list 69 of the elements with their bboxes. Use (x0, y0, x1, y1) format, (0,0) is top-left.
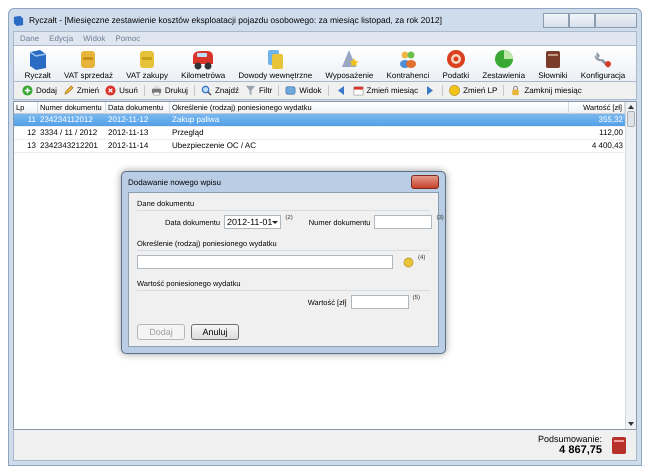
module-button[interactable]: VAT zakupy (124, 48, 170, 80)
table-cell: 234234112012 (38, 114, 106, 127)
summary-label: Podsumowanie: (538, 434, 602, 444)
scroll-thumb[interactable] (627, 111, 635, 127)
module-button[interactable]: Słowniki (536, 48, 570, 80)
target-icon (444, 48, 467, 70)
date-dropdown[interactable]: 2012-11-01 (224, 215, 282, 229)
search-icon (200, 85, 212, 96)
toolbar-button[interactable]: Dodaj (22, 85, 57, 96)
window-icon (285, 85, 296, 96)
dialog-button[interactable]: Anuluj (191, 324, 239, 340)
scroll-down-arrow-icon (628, 422, 634, 426)
toolbar-button[interactable]: Widok (285, 85, 322, 96)
text-field[interactable] (350, 295, 409, 309)
toolbar-button[interactable]: Usuń (105, 85, 138, 96)
maximize-button[interactable] (569, 12, 595, 28)
module-button[interactable]: Kontrahenci (384, 48, 432, 80)
module-button[interactable]: VAT sprzedaż (62, 48, 115, 80)
printer-icon (150, 85, 162, 96)
toolbar-button[interactable]: Zamknij miesiąc (510, 85, 582, 96)
app-icon (13, 14, 24, 26)
module-button[interactable]: Zestawienia (480, 48, 528, 80)
filter-icon (244, 85, 256, 96)
toolbar-button[interactable]: Zmień miesiąc (352, 85, 418, 96)
window-title: Ryczałt - [Miesięczne zestawienie kosztów eksploatacji pojazdu osobowego: za miesiąc listopad, za rok 2012] (29, 15, 442, 25)
plus-icon (22, 85, 33, 96)
module-button[interactable]: Wyposażenie (323, 48, 376, 80)
toolbar-button[interactable]: Znajdź (200, 85, 239, 96)
car-icon (192, 48, 214, 70)
padlock-icon (510, 85, 522, 96)
pie-chart-icon (492, 48, 515, 70)
table-row[interactable]: 12 3334 / 11 / 2012 2012-11-13 Przegląd 112,00 (14, 127, 625, 140)
module-button[interactable]: Dowody wewnętrzne (236, 48, 314, 80)
scrollbar[interactable] (625, 102, 636, 429)
table-cell: Ubezpieczenie OC / AC (170, 140, 569, 153)
text-field[interactable] (137, 255, 393, 269)
table-cell: 2342343212201 (38, 140, 106, 153)
table-cell: 13 (14, 140, 38, 153)
dialog-title: Dodawanie nowego wpisu (128, 178, 221, 186)
coin-icon (449, 85, 460, 96)
text-field[interactable] (374, 215, 432, 229)
toolbar-button[interactable]: Zmień (62, 85, 100, 96)
summary-value: 4 867,75 (559, 444, 602, 456)
module-button[interactable]: Podatki (440, 48, 472, 80)
toolbar-button[interactable]: Drukuj (150, 85, 188, 96)
close-button[interactable] (595, 12, 637, 28)
coin-icon (403, 257, 414, 268)
delete-icon (105, 85, 116, 96)
toolbar-button[interactable]: Zmień LP (449, 85, 498, 96)
dropdown-arrow-icon (272, 220, 278, 224)
toolbar-button[interactable]: Filtr (244, 85, 272, 96)
calendar-icon (352, 85, 364, 96)
module-button[interactable]: Ryczałt (22, 48, 53, 80)
table-cell: 12 (14, 127, 38, 140)
module-button[interactable]: Kilometrówa (179, 48, 228, 80)
field-value: 2012-11-01 (227, 217, 272, 227)
scroll-up-arrow-icon (628, 105, 634, 109)
table-row[interactable]: 13 2342343212201 2012-11-14 Ubezpieczenie OC / AC 4 400,43 (14, 140, 625, 153)
minimize-button[interactable] (543, 12, 569, 28)
table-cell: 3334 / 11 / 2012 (38, 127, 106, 140)
module-button[interactable]: Konfiguracja (578, 48, 628, 80)
table-cell: Zakup paliwa (170, 114, 569, 127)
table-cell: 2012-11-12 (106, 114, 170, 127)
close-button[interactable] (411, 175, 439, 189)
table-cell: 11 (14, 114, 38, 127)
table-cell: Przegląd (170, 127, 569, 140)
pencil-icon (62, 85, 74, 96)
table-cell: 2012-11-14 (106, 140, 170, 153)
table-cell: 2012-11-13 (106, 127, 170, 140)
